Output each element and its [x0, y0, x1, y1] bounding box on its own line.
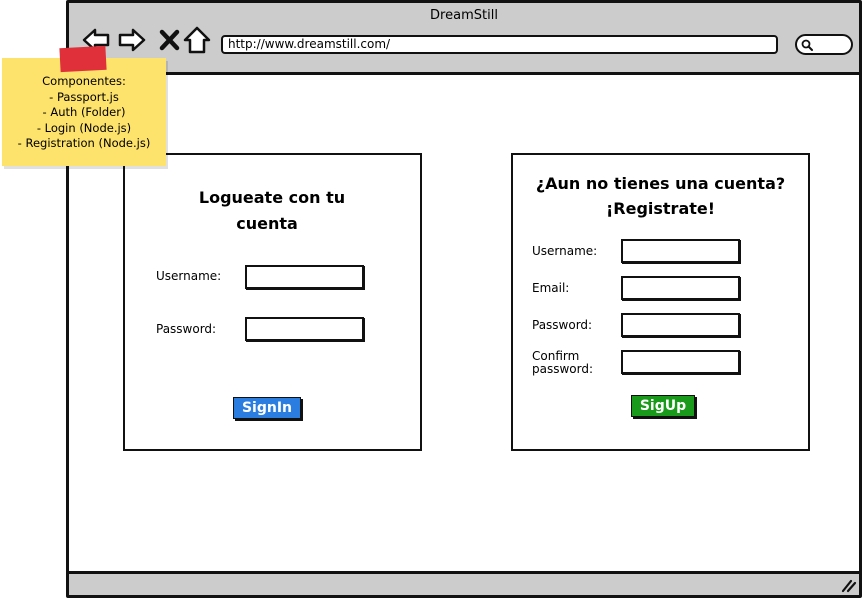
register-confirm-password-input[interactable] — [621, 350, 740, 374]
login-heading-line2: cuenta — [236, 214, 298, 233]
window-title: DreamStill — [430, 8, 498, 23]
register-email-input[interactable] — [621, 276, 740, 300]
sticky-note-line: - Passport.js — [49, 89, 119, 104]
sticky-note-line: - Registration (Node.js) — [17, 136, 151, 150]
register-heading-line1: ¿Aun no tienes una cuenta? — [535, 174, 786, 193]
register-email-label: Email: — [532, 281, 570, 295]
forward-arrow-icon[interactable] — [117, 25, 147, 55]
signup-button[interactable]: SigUp — [631, 395, 695, 417]
address-bar[interactable]: http://www.dreamstill.com/ — [221, 35, 778, 54]
sticky-note-text: Componentes: - Passport.js - Auth (Folde… — [2, 74, 166, 152]
login-password-label: Password: — [156, 322, 217, 336]
register-confirm-label-line2: password: — [532, 362, 594, 376]
close-icon[interactable] — [155, 25, 185, 55]
register-confirm-label-line1: Confirm — [532, 349, 580, 363]
login-password-input[interactable] — [245, 317, 364, 341]
register-password-label: Password: — [532, 318, 593, 332]
sticky-tape — [59, 45, 107, 73]
search-icon — [801, 39, 813, 51]
browser-search-box[interactable] — [795, 34, 853, 55]
resize-grip-icon[interactable] — [839, 577, 857, 593]
signin-button[interactable]: SignIn — [233, 397, 301, 419]
sticky-note-line: Componentes: — [42, 74, 126, 88]
login-card: Logueate con tu cuenta Username: Passwor… — [123, 153, 422, 451]
browser-window: DreamStill http://www.dreamstill.com/ Lo… — [66, 0, 862, 598]
register-username-input[interactable] — [621, 239, 740, 263]
register-password-input[interactable] — [621, 313, 740, 337]
browser-statusbar — [69, 571, 859, 595]
register-card: ¿Aun no tienes una cuenta? ¡Registrate! … — [511, 153, 810, 451]
register-username-label: Username: — [532, 244, 598, 258]
sticky-note: Componentes: - Passport.js - Auth (Folde… — [2, 58, 166, 166]
login-username-label: Username: — [156, 269, 222, 283]
register-heading-line2: ¡Registrate! — [605, 199, 716, 218]
login-username-input[interactable] — [245, 265, 364, 289]
sticky-note-line: - Auth (Folder) — [42, 105, 126, 119]
login-heading-line1: Logueate con tu — [198, 188, 346, 207]
browser-titlebar: DreamStill http://www.dreamstill.com/ — [69, 3, 859, 75]
home-icon[interactable] — [182, 25, 212, 55]
sticky-note-line: - Login (Node.js) — [36, 120, 132, 135]
